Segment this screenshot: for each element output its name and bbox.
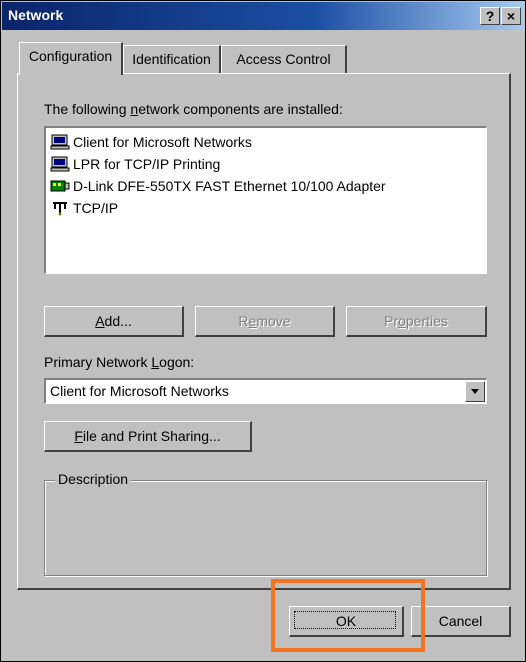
close-icon: × xyxy=(506,8,516,24)
help-button[interactable]: ? xyxy=(480,7,500,25)
ok-highlight-annotation xyxy=(271,579,425,652)
primary-logon-value: Client for Microsoft Networks xyxy=(50,383,229,399)
tab-identification-label: Identification xyxy=(132,51,211,67)
primary-logon-label: Primary Network Logon: xyxy=(44,354,195,370)
tab-access-control-label: Access Control xyxy=(236,51,331,67)
list-item-label: TCP/IP xyxy=(73,200,119,216)
list-item[interactable]: LPR for TCP/IP Printing xyxy=(50,153,220,175)
list-item[interactable]: Client for Microsoft Networks xyxy=(50,131,252,153)
list-item[interactable]: TCP/IP xyxy=(50,197,118,219)
network-adapter-icon xyxy=(50,180,70,192)
list-item[interactable]: D-Link DFE-550TX FAST Ethernet 10/100 Ad… xyxy=(50,175,386,197)
list-item-label: LPR for TCP/IP Printing xyxy=(73,156,221,172)
components-label: The following network components are ins… xyxy=(44,101,343,117)
protocol-icon xyxy=(53,202,67,216)
network-client-icon xyxy=(50,156,70,172)
list-item-label: D-Link DFE-550TX FAST Ethernet 10/100 Ad… xyxy=(73,178,386,194)
add-button[interactable]: Add... xyxy=(44,306,184,337)
tab-configuration-label: Configuration xyxy=(28,48,113,64)
title-bar[interactable]: Network ? × xyxy=(2,2,524,30)
chevron-down-icon xyxy=(471,389,479,394)
network-client-icon xyxy=(50,134,70,150)
remove-button[interactable]: Remove xyxy=(195,306,335,337)
tab-identification[interactable]: Identification xyxy=(123,45,221,73)
description-group: Description xyxy=(44,471,487,576)
cancel-button[interactable]: Cancel xyxy=(411,606,511,637)
file-print-sharing-button[interactable]: File and Print Sharing... xyxy=(44,421,252,452)
help-icon: ? xyxy=(485,8,495,24)
primary-logon-select[interactable]: Client for Microsoft Networks xyxy=(44,378,487,404)
window-title: Network xyxy=(8,7,64,23)
components-list[interactable]: Client for Microsoft Networks LPR for TC… xyxy=(44,126,487,274)
tab-access-control[interactable]: Access Control xyxy=(221,45,347,73)
description-label: Description xyxy=(55,471,132,487)
close-button[interactable]: × xyxy=(501,7,521,25)
properties-button[interactable]: Properties xyxy=(346,306,487,337)
dropdown-button[interactable] xyxy=(465,381,485,402)
cancel-button-label: Cancel xyxy=(438,613,483,629)
network-dialog: Network ? × Configuration Identification… xyxy=(0,0,526,662)
list-item-label: Client for Microsoft Networks xyxy=(73,134,252,150)
tab-configuration[interactable]: Configuration xyxy=(19,42,123,75)
